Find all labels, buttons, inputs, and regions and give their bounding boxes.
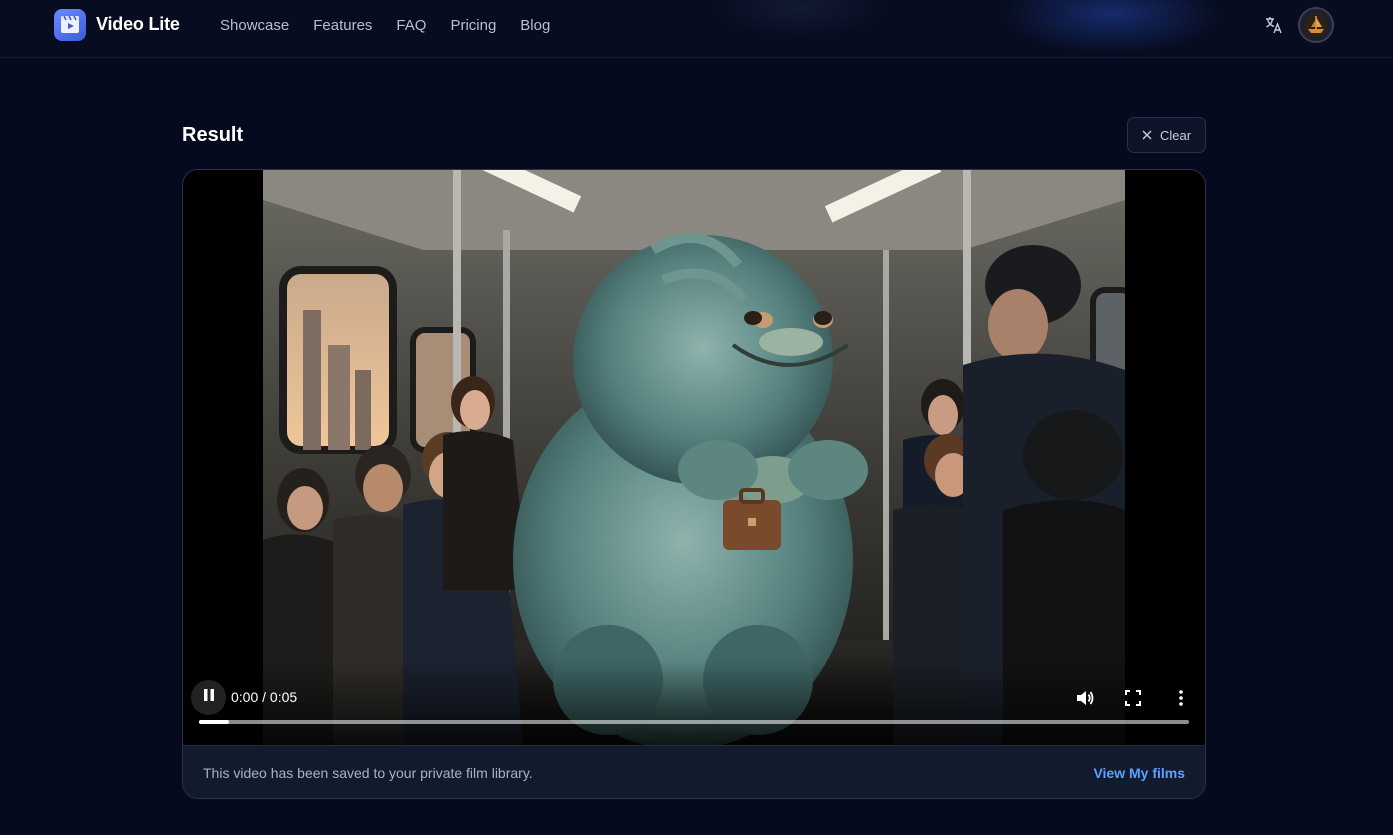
pause-icon bbox=[202, 688, 216, 707]
nav-link-pricing[interactable]: Pricing bbox=[450, 17, 496, 34]
result-title: Result bbox=[182, 124, 244, 146]
avatar[interactable] bbox=[1298, 7, 1334, 43]
progress-bar[interactable] bbox=[199, 720, 1189, 724]
video-clapper-icon[interactable] bbox=[54, 9, 86, 41]
time-display: 0:00 / 0:05 bbox=[231, 689, 297, 705]
nav-links: Showcase Features FAQ Pricing Blog bbox=[220, 17, 574, 34]
fullscreen-icon[interactable] bbox=[1121, 686, 1145, 710]
time-separator: / bbox=[262, 689, 267, 705]
controls-overlay bbox=[183, 660, 1205, 745]
nav-link-blog[interactable]: Blog bbox=[520, 17, 550, 34]
pause-button[interactable] bbox=[191, 680, 226, 715]
volume-icon[interactable] bbox=[1073, 686, 1097, 710]
more-vertical-icon[interactable] bbox=[1169, 686, 1193, 710]
nav-link-faq[interactable]: FAQ bbox=[396, 17, 426, 34]
clear-button-label: Clear bbox=[1159, 127, 1192, 143]
nav-link-features[interactable]: Features bbox=[313, 17, 372, 34]
translate-icon[interactable] bbox=[1264, 15, 1284, 35]
top-nav: Video Lite Showcase Features FAQ Pricing… bbox=[0, 0, 1393, 58]
nav-link-showcase[interactable]: Showcase bbox=[220, 17, 289, 34]
duration: 0:05 bbox=[269, 689, 298, 705]
result-card: 0:00 / 0:05 This video has been saved to… bbox=[182, 169, 1206, 799]
video-frame bbox=[263, 170, 1125, 745]
video-player[interactable]: 0:00 / 0:05 bbox=[183, 170, 1205, 745]
saved-message: This video has been saved to your privat… bbox=[203, 765, 533, 781]
card-footer: This video has been saved to your privat… bbox=[183, 745, 1205, 798]
current-time: 0:00 bbox=[231, 689, 259, 705]
progress-fill bbox=[199, 720, 229, 724]
clear-button[interactable]: Clear bbox=[1127, 117, 1206, 153]
view-my-films-link[interactable]: View My films bbox=[1093, 765, 1185, 781]
brand-name[interactable]: Video Lite bbox=[96, 14, 180, 35]
close-icon bbox=[1142, 128, 1152, 143]
